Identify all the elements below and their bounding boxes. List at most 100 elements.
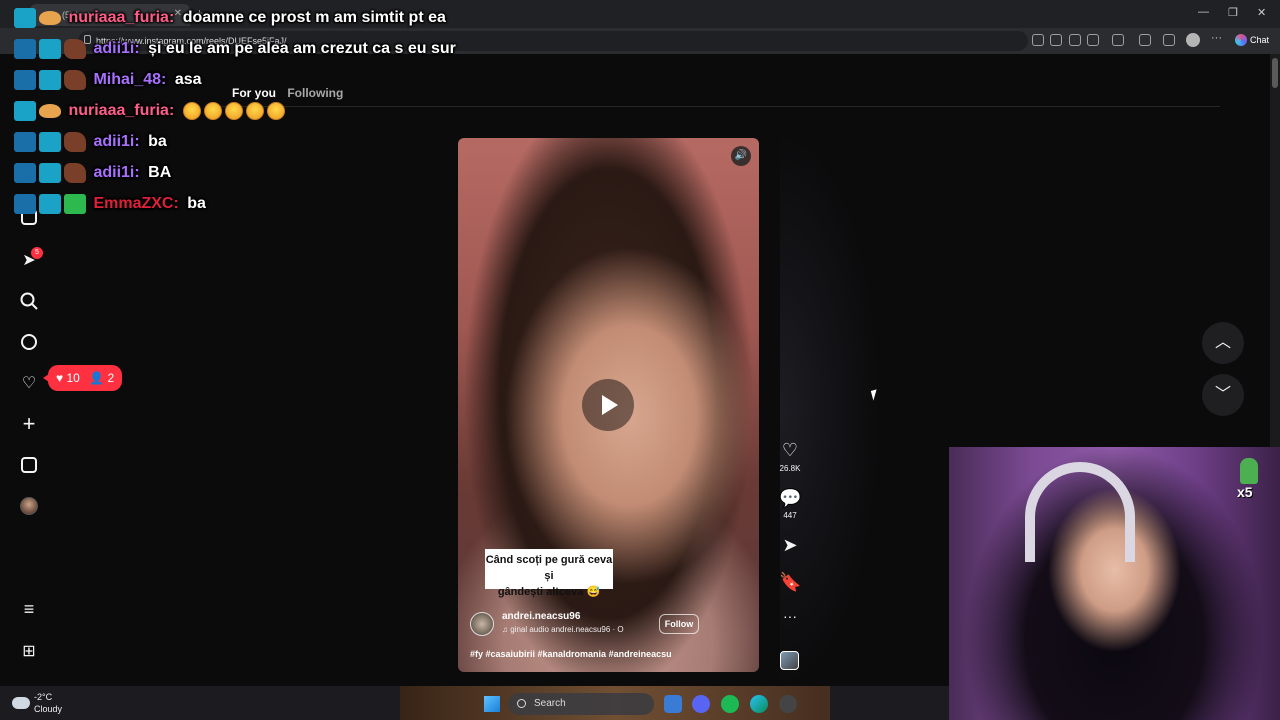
reel-glow [780, 130, 880, 690]
profile-avatar[interactable] [20, 497, 38, 515]
sub-badge-icon [64, 70, 86, 90]
chat-text: asa [174, 71, 202, 88]
chat-username: Mihai_48 [93, 71, 162, 88]
chat-username: adii1i [93, 164, 135, 181]
taskbar-search[interactable]: Search [508, 693, 654, 715]
audio-info[interactable]: ♫ ginal audio andrei.neacsu96 · O [502, 625, 624, 634]
weather-description[interactable]: Cloudy [34, 704, 62, 714]
weather-temperature[interactable]: -2°C [34, 692, 52, 702]
file-explorer-icon[interactable] [664, 695, 682, 713]
create-plus-icon[interactable]: + [19, 411, 39, 436]
comments-count: 447 [783, 511, 797, 520]
mod-badge-icon [14, 39, 36, 59]
extensions-icon[interactable] [1139, 34, 1151, 46]
favorite-star-icon[interactable] [1087, 34, 1099, 46]
search-icon[interactable] [19, 291, 39, 311]
favorites-icon[interactable] [1163, 34, 1175, 46]
heart-icon: ♥ [56, 371, 64, 385]
badge-icon [39, 39, 61, 59]
cloud-icon[interactable] [12, 697, 30, 709]
messages-badge: 5 [31, 247, 43, 259]
author-avatar[interactable] [470, 612, 494, 636]
video-caption-overlay: Când scoți pe gură ceva și gândești altc… [485, 549, 613, 598]
chat-text: ba [187, 195, 206, 212]
chat-message: adii1i: și eu le am pe alea am crezut ca… [14, 39, 456, 63]
likes-count: 26.8K [779, 464, 801, 473]
next-reel-button[interactable]: ﹀ [1202, 374, 1244, 416]
badge-icon [39, 194, 61, 214]
chat-colon: : [134, 133, 140, 151]
chat-message: EmmaZXC: ba [14, 194, 206, 218]
more-menu-icon[interactable]: ··· [1211, 33, 1223, 46]
read-aloud-icon[interactable] [1069, 34, 1081, 46]
chat-colon: : [161, 71, 167, 89]
explore-compass-icon[interactable] [19, 332, 39, 352]
scrollbar-thumb[interactable] [1272, 58, 1278, 88]
audio-thumbnail[interactable] [780, 651, 799, 670]
settings-gear-icon[interactable] [779, 695, 797, 713]
more-apps-icon[interactable]: ⊞ [19, 641, 39, 661]
close-window-icon[interactable]: ✕ [1257, 6, 1266, 19]
chat-username: adii1i [93, 133, 135, 150]
reel-hashtags[interactable]: #fy #casaiubirii #kanaldromania #andrein… [470, 649, 672, 659]
person-icon: 👤 [89, 371, 105, 385]
android-mascot-icon [1240, 458, 1258, 484]
more-options-icon[interactable]: ··· [779, 608, 801, 624]
zoom-icon[interactable] [1050, 34, 1062, 46]
cup-badge-icon [39, 11, 61, 25]
chat-username: adii1i [93, 40, 135, 57]
divider [220, 106, 1220, 107]
previous-reel-button[interactable]: ︿ [1202, 322, 1244, 364]
crying-emote-icon [203, 101, 222, 120]
cup-badge-icon [39, 104, 61, 118]
copilot-icon [1235, 34, 1247, 46]
maximize-icon[interactable]: ❐ [1228, 6, 1238, 19]
badge-icon [14, 101, 36, 121]
follow-button[interactable]: Follow [659, 614, 699, 634]
badge-icon [39, 132, 61, 152]
tab-for-you[interactable]: For you [232, 86, 276, 100]
chat-message: Mihai_48: asa [14, 70, 202, 94]
chat-emotes [182, 101, 288, 120]
browser-profile-avatar[interactable] [1186, 33, 1200, 47]
like-heart-icon[interactable]: ♡ [779, 440, 801, 461]
author-username[interactable]: andrei.neacsu96 [502, 611, 580, 622]
apps-icon[interactable] [1032, 34, 1044, 46]
comment-icon[interactable]: 💬 [779, 488, 801, 509]
chat-message: nuriaaa_furia: [14, 101, 288, 125]
caption-line-2: gândești altceva 😅 [497, 586, 601, 598]
chat-colon: : [168, 9, 175, 27]
spotify-icon[interactable] [721, 695, 739, 713]
menu-hamburger-icon[interactable]: ≡ [19, 599, 39, 619]
copilot-chat-button[interactable]: Chat [1232, 31, 1276, 49]
sub-badge-icon [64, 163, 86, 183]
windows-start-icon[interactable] [484, 696, 500, 712]
edge-browser-icon[interactable] [750, 695, 768, 713]
minimize-icon[interactable]: — [1198, 6, 1209, 18]
follows-count: 2 [107, 371, 115, 385]
feed-tabs: For you Following [232, 86, 351, 100]
chat-message: adii1i: BA [14, 163, 171, 187]
dashboard-icon[interactable] [19, 455, 39, 475]
share-icon[interactable]: ➤ [779, 535, 801, 556]
sub-badge-icon [64, 132, 86, 152]
caption-line-1: Când scoți pe gură ceva și [485, 554, 613, 582]
save-bookmark-icon[interactable]: 🔖 [779, 572, 801, 593]
notifications-heart-icon[interactable]: ♡ [19, 373, 39, 393]
mod-badge-icon [14, 70, 36, 90]
chat-text: și eu le am pe alea am crezut ca s eu su… [148, 40, 456, 57]
badge-icon [14, 8, 36, 28]
play-icon[interactable] [582, 379, 634, 431]
crying-emote-icon [224, 101, 243, 120]
chat-username: EmmaZXC [93, 195, 174, 212]
chat-username: nuriaaa_furia [68, 9, 169, 26]
chat-colon: : [134, 164, 140, 182]
crying-emote-icon [182, 101, 201, 120]
volume-icon[interactable]: 🔊 [731, 146, 751, 166]
discord-icon[interactable] [692, 695, 710, 713]
chat-message: nuriaaa_furia: doamne ce prost m am simt… [14, 8, 446, 32]
chat-message: adii1i: ba [14, 132, 167, 156]
refresh-icon[interactable] [1112, 34, 1124, 46]
activity-notification-pill[interactable]: ♥ 10 👤 2 [43, 365, 122, 391]
tab-following[interactable]: Following [287, 86, 343, 100]
